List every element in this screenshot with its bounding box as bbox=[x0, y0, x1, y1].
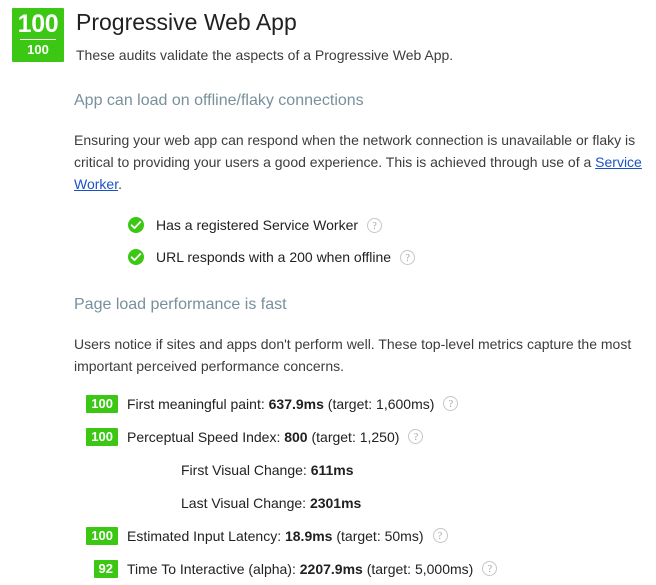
subitem-text: First Visual Change: 611ms bbox=[74, 460, 354, 480]
metric-text: First meaningful paint: 637.9ms (target:… bbox=[127, 394, 434, 414]
check-circle-icon bbox=[128, 217, 144, 233]
section-page-load-performance: Page load performance is fast Users noti… bbox=[0, 295, 656, 585]
metric-row[interactable]: 100 First meaningful paint: 637.9ms (tar… bbox=[74, 387, 644, 420]
metric-badge-wrap: 100 bbox=[74, 526, 118, 545]
metric-row[interactable]: 100 Perceptual Speed Index: 800 (target:… bbox=[74, 420, 644, 453]
section-description-offline: Ensuring your web app can respond when t… bbox=[12, 129, 644, 195]
help-icon[interactable]: ? bbox=[400, 249, 416, 265]
metric-name: Perceptual Speed Index: bbox=[127, 428, 285, 445]
metrics-list: 100 First meaningful paint: 637.9ms (tar… bbox=[12, 387, 644, 585]
audit-label: URL responds with a 200 when offline bbox=[156, 249, 392, 265]
help-icon[interactable]: ? bbox=[367, 217, 383, 233]
metric-name: Estimated Input Latency: bbox=[127, 527, 285, 544]
header-text-block: Progressive Web App These audits validat… bbox=[64, 8, 453, 65]
audit-list-offline: Has a registered Service Worker ? URL re… bbox=[12, 209, 644, 273]
desc-text-part2: . bbox=[118, 176, 122, 192]
score-divider bbox=[20, 39, 56, 40]
overall-score-value: 100 bbox=[17, 10, 59, 38]
audit-label: Has a registered Service Worker bbox=[156, 217, 359, 233]
audit-item[interactable]: Has a registered Service Worker ? bbox=[74, 209, 644, 241]
report-header: 100 100 Progressive Web App These audits… bbox=[0, 0, 656, 65]
subitem-name: Last Visual Change: bbox=[181, 494, 310, 511]
metric-score-badge: 100 bbox=[86, 526, 118, 545]
page-description: These audits validate the aspects of a P… bbox=[76, 47, 454, 63]
metric-value: 800 bbox=[284, 428, 308, 445]
metric-target: (target: 1,600ms) bbox=[323, 395, 435, 412]
section-title-offline: App can load on offline/flaky connection… bbox=[74, 92, 364, 109]
overall-score-total: 100 bbox=[27, 42, 49, 57]
metric-score-badge: 100 bbox=[86, 427, 118, 446]
metric-badge-wrap: 100 bbox=[74, 427, 118, 446]
subitem-value: 2301ms bbox=[309, 494, 362, 511]
metric-score-badge: 100 bbox=[86, 394, 118, 413]
metric-subitem-row: First Visual Change: 611ms bbox=[74, 453, 644, 486]
subitem-name: First Visual Change: bbox=[181, 461, 311, 478]
metric-badge-wrap: 100 bbox=[74, 394, 118, 413]
metric-target: (target: 50ms) bbox=[332, 527, 424, 544]
desc-text-part1: Ensuring your web app can respond when t… bbox=[74, 132, 636, 170]
metric-text: Estimated Input Latency: 18.9ms (target:… bbox=[127, 526, 424, 546]
subitem-text: Last Visual Change: 2301ms bbox=[74, 493, 361, 513]
metric-subitem-row: Last Visual Change: 2301ms bbox=[74, 486, 644, 519]
section-description-performance: Users notice if sites and apps don't per… bbox=[74, 336, 632, 374]
subitem-value: 611ms bbox=[310, 461, 354, 478]
lighthouse-pwa-report: 100 100 Progressive Web App These audits… bbox=[0, 0, 656, 578]
section-offline-connections: App can load on offline/flaky connection… bbox=[0, 91, 656, 273]
overall-score-badge: 100 100 bbox=[12, 8, 64, 62]
section-title-performance: Page load performance is fast bbox=[74, 296, 287, 313]
metric-text: Perceptual Speed Index: 800 (target: 1,2… bbox=[127, 427, 399, 447]
metric-name: First meaningful paint: bbox=[127, 395, 269, 412]
metric-target: (target: 1,250) bbox=[307, 428, 400, 445]
check-circle-icon bbox=[128, 249, 144, 265]
metric-value: 18.9ms bbox=[284, 527, 333, 544]
metric-row[interactable]: 100 Estimated Input Latency: 18.9ms (tar… bbox=[74, 519, 644, 552]
metric-value: 637.9ms bbox=[268, 395, 324, 412]
help-icon[interactable]: ? bbox=[408, 429, 424, 444]
help-icon[interactable]: ? bbox=[443, 396, 459, 411]
page-title: Progressive Web App bbox=[76, 9, 297, 35]
audit-item[interactable]: URL responds with a 200 when offline ? bbox=[74, 241, 644, 273]
help-icon[interactable]: ? bbox=[432, 528, 448, 543]
